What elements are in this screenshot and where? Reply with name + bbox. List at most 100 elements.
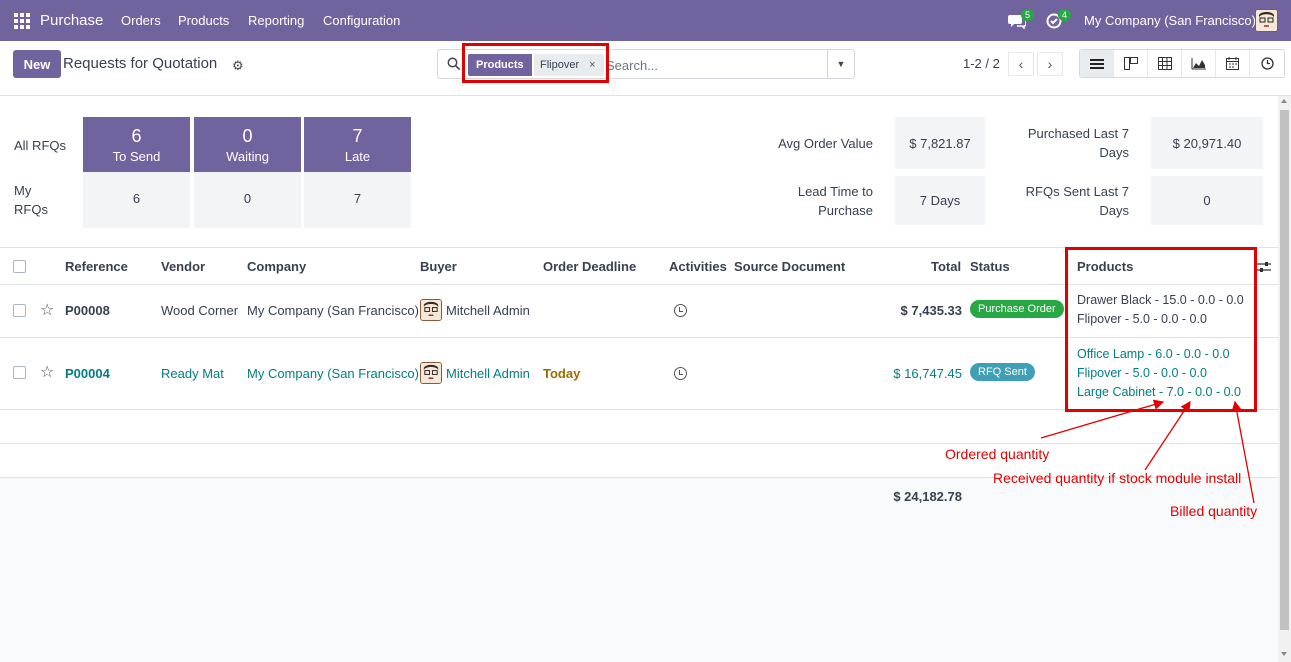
col-vendor[interactable]: Vendor — [161, 259, 205, 274]
user-face-icon — [421, 300, 441, 320]
user-avatar[interactable] — [1255, 9, 1278, 32]
optional-columns-icon[interactable] — [1257, 261, 1271, 273]
row-vendor: Ready Mat — [161, 366, 224, 381]
avg-order-label: Avg Order Value — [778, 136, 873, 151]
gear-icon[interactable]: ⚙ — [232, 58, 244, 74]
col-reference[interactable]: Reference — [65, 259, 128, 274]
company-switcher[interactable]: My Company (San Francisco) — [1084, 13, 1256, 28]
star-icon[interactable]: ☆ — [40, 362, 54, 382]
kanban-icon — [1123, 57, 1138, 70]
select-all-checkbox[interactable] — [13, 260, 26, 273]
tile-late-my[interactable]: 7 — [304, 172, 411, 228]
col-source-document[interactable]: Source Document — [734, 259, 845, 274]
apps-menu-icon[interactable] — [14, 13, 30, 29]
new-button[interactable]: New — [13, 50, 61, 78]
col-status[interactable]: Status — [970, 259, 1010, 274]
chevron-left-icon: ‹ — [1018, 56, 1024, 72]
chevron-right-icon: › — [1047, 56, 1053, 72]
scroll-up-arrow[interactable] — [1281, 99, 1287, 103]
empty-row — [0, 410, 1278, 444]
activities-button[interactable]: 4 — [1046, 9, 1072, 31]
list-view-button[interactable] — [1080, 50, 1114, 77]
pager-previous-button[interactable]: ‹ — [1008, 52, 1034, 76]
grand-total: $ 24,182.78 — [893, 489, 962, 504]
messages-badge: 5 — [1021, 9, 1035, 21]
products-highlight-box — [1065, 247, 1257, 412]
annotation-billed: Billed quantity — [1170, 503, 1258, 519]
col-buyer[interactable]: Buyer — [420, 259, 457, 274]
scroll-down-arrow[interactable] — [1281, 652, 1287, 656]
row-vendor: Wood Corner — [161, 303, 239, 318]
area-chart-icon — [1191, 58, 1206, 70]
facet-highlight-box — [462, 43, 609, 83]
rfqs-sent-value: 0 — [1151, 176, 1263, 225]
lead-time-value: 7 Days — [895, 176, 985, 225]
user-face-icon — [421, 363, 441, 383]
row-buyer: Mitchell Admin — [446, 366, 530, 381]
rfqs-sent-label: RFQs Sent Last 7 Days — [1025, 184, 1129, 218]
annotation-received: Received quantity if stock module instal… — [993, 470, 1242, 486]
scroll-thumb[interactable] — [1280, 110, 1289, 630]
menu-products[interactable]: Products — [178, 13, 229, 28]
messages-button[interactable]: 5 — [1008, 9, 1035, 31]
row-reference: P00004 — [65, 366, 110, 381]
purchased-last-7-value: $ 20,971.40 — [1151, 117, 1263, 169]
buyer-avatar — [420, 362, 442, 384]
pager-next-button[interactable]: › — [1037, 52, 1063, 76]
buyer-avatar — [420, 299, 442, 321]
tile-waiting-my[interactable]: 0 — [194, 172, 301, 228]
all-rfqs-label: All RFQs — [14, 138, 66, 153]
annotation-ordered: Ordered quantity — [945, 446, 1050, 462]
row-company: My Company (San Francisco) — [247, 366, 419, 381]
tile-to-send-my[interactable]: 6 — [83, 172, 190, 228]
menu-orders[interactable]: Orders — [121, 13, 161, 28]
menu-reporting[interactable]: Reporting — [248, 13, 304, 28]
row-deadline: Today — [543, 366, 581, 381]
activity-clock-icon[interactable] — [674, 367, 687, 380]
control-panel: New Requests for Quotation ⚙ Products Fl… — [0, 41, 1291, 96]
tile-waiting-all[interactable]: 0 Waiting — [194, 117, 301, 173]
row-buyer: Mitchell Admin — [446, 303, 530, 318]
my-rfqs-label: My RFQs — [14, 183, 48, 217]
purchased-last-7-label: Purchased Last 7 Days — [1027, 126, 1129, 160]
row-total: $ 16,747.45 — [893, 366, 962, 381]
row-checkbox[interactable] — [13, 304, 26, 317]
calendar-view-button[interactable] — [1216, 50, 1250, 77]
star-icon[interactable]: ☆ — [40, 300, 54, 320]
col-activities[interactable]: Activities — [669, 259, 727, 274]
pivot-view-button[interactable] — [1148, 50, 1182, 77]
search-input[interactable] — [606, 54, 826, 76]
user-face-icon — [1256, 10, 1277, 31]
row-company: My Company (San Francisco) — [247, 303, 419, 318]
row-checkbox[interactable] — [13, 366, 26, 379]
row-total: $ 7,435.33 — [900, 303, 962, 318]
view-switcher — [1079, 49, 1285, 78]
pager-value[interactable]: 1-2 / 2 — [963, 56, 1000, 71]
status-badge: Purchase Order — [970, 300, 1064, 318]
search-options-toggle[interactable]: ▼ — [827, 50, 854, 78]
menu-configuration[interactable]: Configuration — [323, 13, 400, 28]
top-navbar: Purchase Orders Products Reporting Confi… — [0, 0, 1291, 41]
activity-clock-icon[interactable] — [674, 304, 687, 317]
status-badge: RFQ Sent — [970, 363, 1035, 381]
tile-late-all[interactable]: 7 Late — [304, 117, 411, 173]
caret-down-icon: ▼ — [836, 59, 846, 69]
search-icon — [447, 57, 461, 71]
kanban-view-button[interactable] — [1114, 50, 1148, 77]
col-order-deadline[interactable]: Order Deadline — [543, 259, 636, 274]
activity-view-button[interactable] — [1250, 50, 1284, 77]
tile-to-send-all[interactable]: 6 To Send — [83, 117, 190, 173]
list-icon — [1089, 58, 1104, 69]
lead-time-label: Lead Time to Purchase — [797, 184, 873, 218]
scrollbar[interactable] — [1278, 96, 1291, 662]
calendar-icon — [1226, 57, 1239, 70]
app-brand[interactable]: Purchase — [40, 12, 103, 29]
col-company[interactable]: Company — [247, 259, 306, 274]
col-total[interactable]: Total — [931, 259, 961, 274]
table-grid-icon — [1157, 57, 1172, 70]
clock-icon — [1260, 57, 1274, 70]
activities-badge: 4 — [1058, 9, 1072, 21]
graph-view-button[interactable] — [1182, 50, 1216, 77]
table-footer: $ 24,182.78 — [0, 477, 1278, 662]
row-reference: P00008 — [65, 303, 110, 318]
